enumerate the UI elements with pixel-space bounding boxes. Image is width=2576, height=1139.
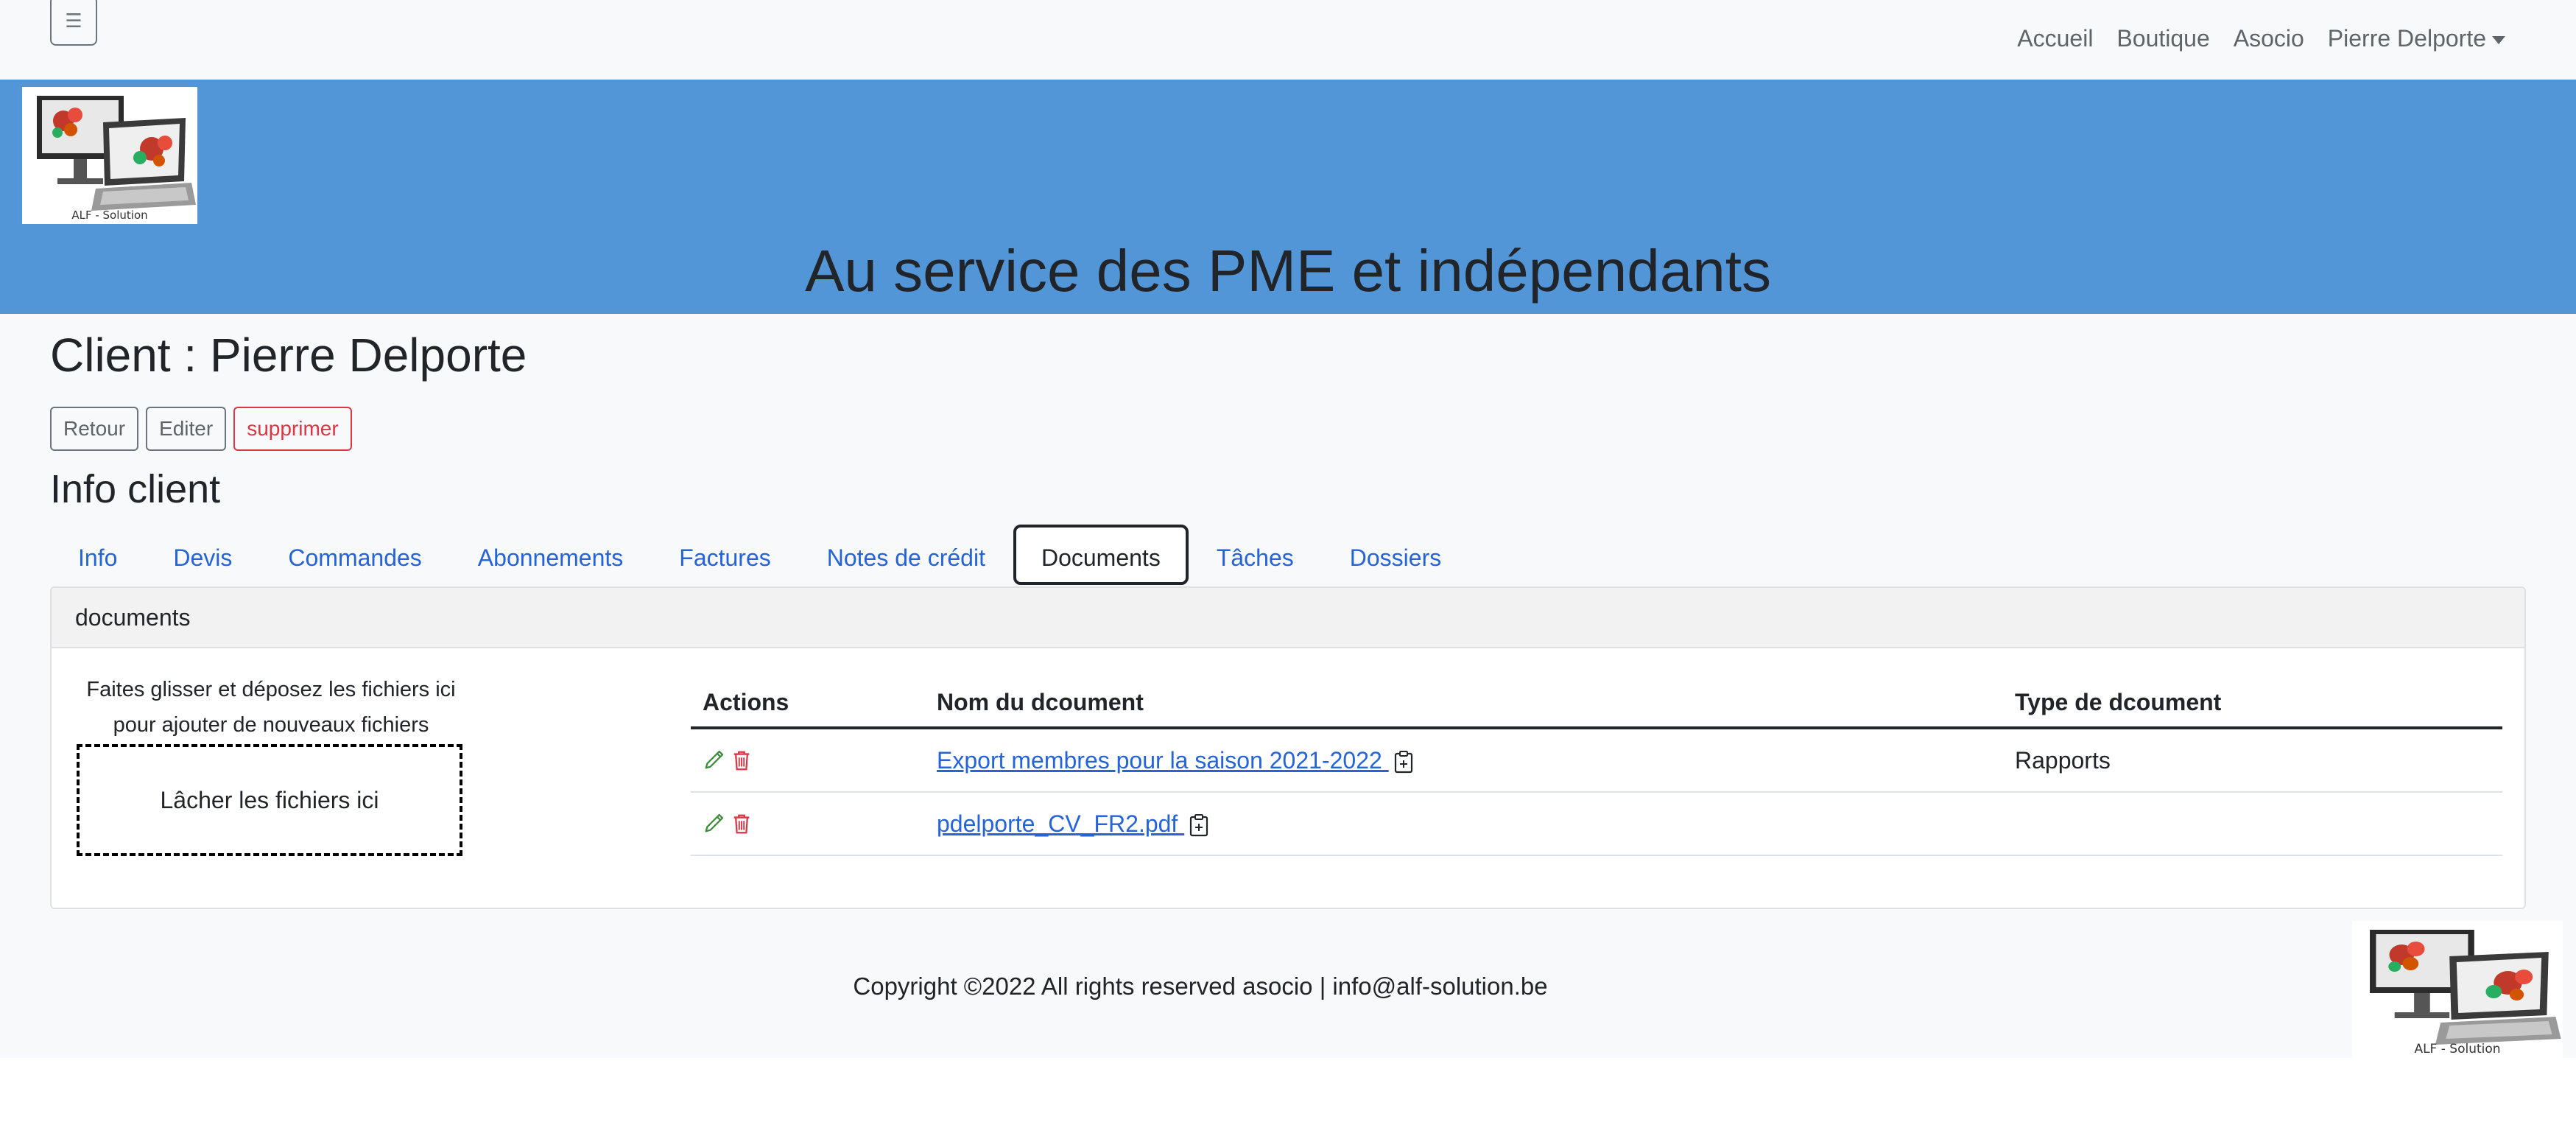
edit-pencil-icon[interactable] bbox=[703, 813, 725, 835]
documents-card: documents Faites glisser et déposez les … bbox=[50, 586, 2526, 909]
logo-caption: ALF - Solution bbox=[71, 208, 148, 222]
clipboard-icon[interactable] bbox=[1189, 813, 1209, 837]
drop-hint-line1: Faites glisser et déposez les fichiers i… bbox=[86, 678, 456, 701]
drop-hint-line2: pour ajouter de nouveaux fichiers bbox=[113, 713, 429, 737]
table-row: Export membres pour la saison 2021-2022 … bbox=[691, 729, 2502, 793]
back-button[interactable]: Retour bbox=[50, 407, 139, 451]
footer-logo-caption: ALF - Solution bbox=[2414, 1042, 2501, 1056]
column-header-actions: Actions bbox=[703, 688, 789, 715]
section-title: Info client bbox=[50, 467, 221, 511]
computer-logo-icon bbox=[37, 96, 196, 211]
page-title: Client : Pierre Delporte bbox=[50, 329, 527, 382]
tab-info[interactable]: Info bbox=[50, 525, 145, 585]
page: ☰ Accueil Boutique Asocio Pierre Delport… bbox=[0, 0, 2576, 1058]
document-type: Rapports bbox=[2015, 746, 2111, 774]
footer-logo: ALF - Solution bbox=[2352, 921, 2563, 1058]
caret-down-icon bbox=[2492, 36, 2505, 45]
company-logo: ALF - Solution bbox=[22, 87, 197, 224]
client-tabs: Info Devis Commandes Abonnements Facture… bbox=[50, 525, 1469, 585]
document-link[interactable]: Export membres pour la saison 2021-2022 bbox=[937, 747, 1389, 774]
table-row: pdelporte_CV_FR2.pdf bbox=[691, 793, 2502, 856]
column-header-name: Nom du dcoument bbox=[937, 688, 1144, 715]
delete-button[interactable]: supprimer bbox=[233, 407, 352, 451]
client-actions: Retour Editer supprimer bbox=[50, 407, 352, 451]
tab-factures[interactable]: Factures bbox=[651, 525, 798, 585]
nav-links: Accueil Boutique Asocio Pierre Delporte bbox=[2005, 22, 2517, 55]
tab-devis[interactable]: Devis bbox=[145, 525, 260, 585]
trash-icon[interactable] bbox=[731, 749, 753, 771]
documents-table: Actions Nom du dcoument Type de dcoument bbox=[691, 678, 2502, 856]
clipboard-icon[interactable] bbox=[1393, 750, 1414, 774]
document-link[interactable]: pdelporte_CV_FR2.pdf bbox=[937, 810, 1184, 837]
tab-commandes[interactable]: Commandes bbox=[260, 525, 449, 585]
nav-link-boutique[interactable]: Boutique bbox=[2105, 22, 2221, 55]
menu-toggle-button[interactable]: ☰ bbox=[50, 0, 97, 46]
tab-taches[interactable]: Tâches bbox=[1189, 525, 1322, 585]
footer-copyright: Copyright ©2022 All rights reserved asoc… bbox=[853, 972, 1548, 1000]
tab-documents[interactable]: Documents bbox=[1013, 525, 1189, 585]
banner-title: Au service des PME et indépendants bbox=[805, 238, 1771, 304]
hero-banner: ALF - Solution Au service des PME et ind… bbox=[0, 80, 2576, 314]
edit-pencil-icon[interactable] bbox=[703, 749, 725, 771]
drop-hint: Faites glisser et déposez les fichiers i… bbox=[78, 672, 464, 743]
user-name: Pierre Delporte bbox=[2327, 25, 2486, 52]
edit-button[interactable]: Editer bbox=[146, 407, 227, 451]
top-navbar: ☰ Accueil Boutique Asocio Pierre Delport… bbox=[0, 0, 2576, 80]
computer-logo-icon bbox=[2370, 930, 2561, 1045]
column-header-type: Type de dcoument bbox=[2015, 688, 2222, 715]
tab-notes-de-credit[interactable]: Notes de crédit bbox=[799, 525, 1013, 585]
tab-abonnements[interactable]: Abonnements bbox=[450, 525, 651, 585]
card-header: documents bbox=[52, 588, 2524, 648]
nav-link-asocio[interactable]: Asocio bbox=[2222, 22, 2316, 55]
user-menu-dropdown[interactable]: Pierre Delporte bbox=[2316, 22, 2517, 55]
drop-zone-label: Lâcher les fichiers ici bbox=[160, 786, 379, 813]
file-drop-zone[interactable]: Lâcher les fichiers ici bbox=[77, 744, 462, 856]
trash-icon[interactable] bbox=[731, 813, 753, 835]
hamburger-icon: ☰ bbox=[65, 10, 82, 32]
nav-link-accueil[interactable]: Accueil bbox=[2005, 22, 2105, 55]
table-header: Actions Nom du dcoument Type de dcoument bbox=[691, 678, 2502, 729]
tab-dossiers[interactable]: Dossiers bbox=[1322, 525, 1469, 585]
